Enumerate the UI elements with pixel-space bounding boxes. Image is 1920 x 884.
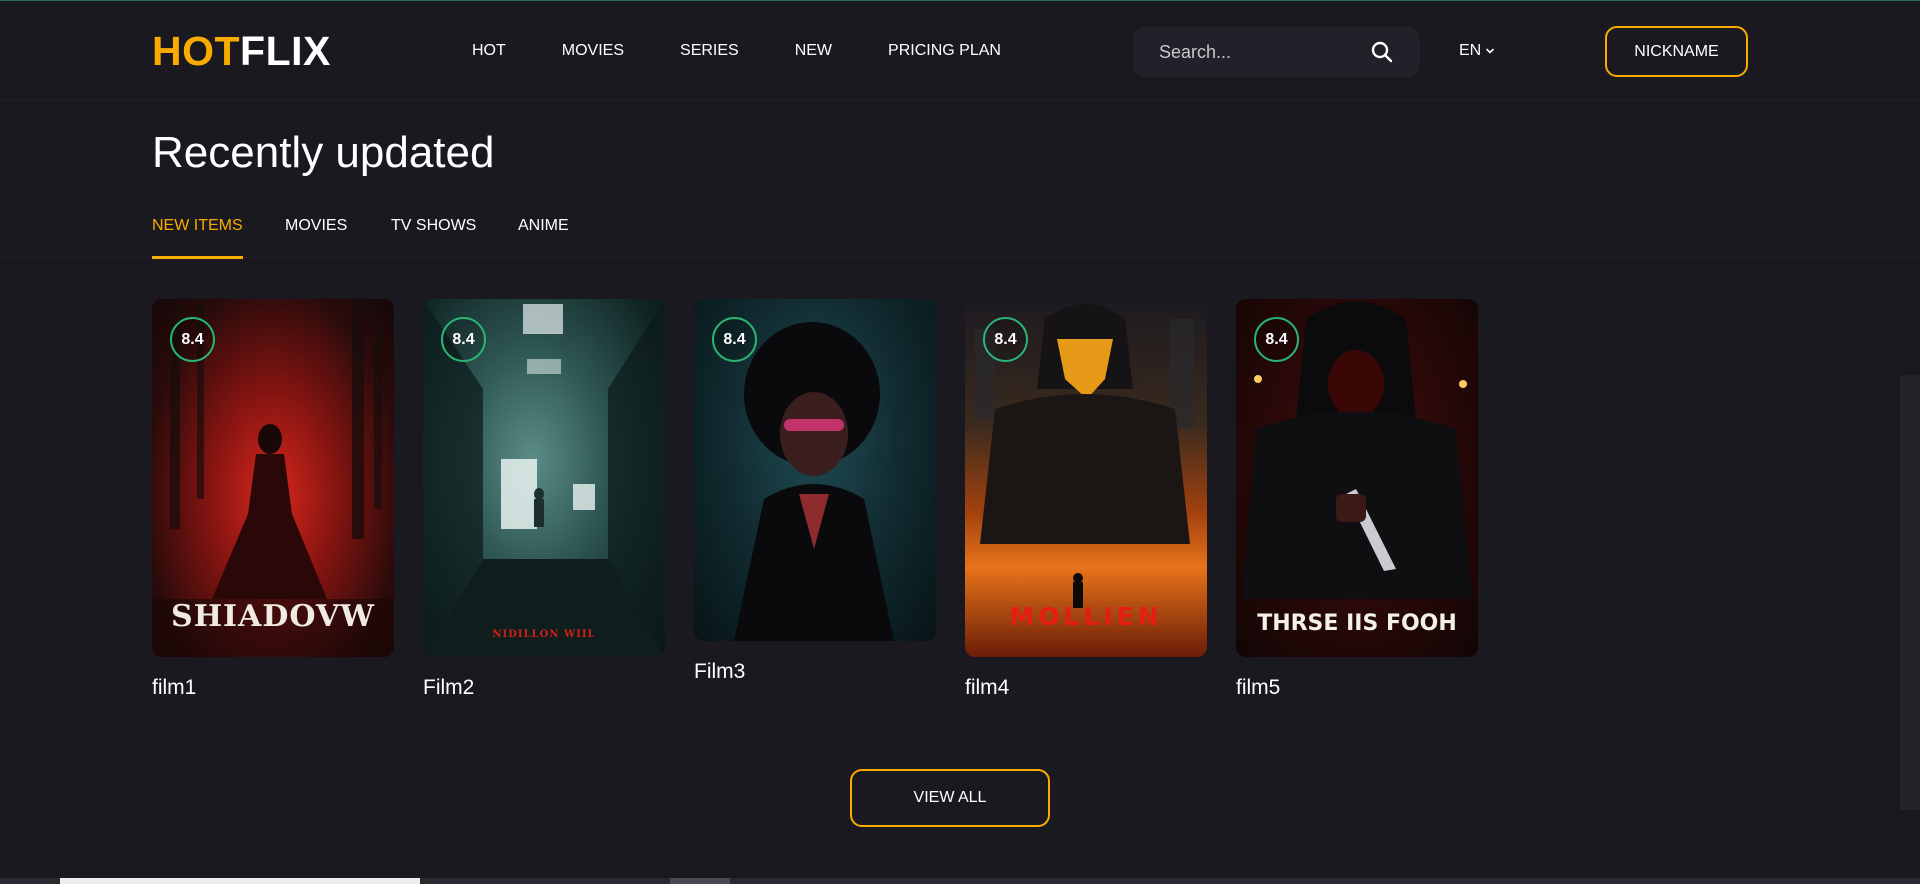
movie-card[interactable]: 8.4 Film3: [694, 299, 936, 685]
logo[interactable]: HOTFLIX: [152, 27, 331, 75]
movie-card[interactable]: SHIADOVW 8.4 film1: [152, 299, 394, 701]
movie-card[interactable]: MOLLIEN 8.4 film4: [965, 299, 1207, 701]
nav-series[interactable]: SERIES: [680, 41, 739, 61]
rating-badge: 8.4: [1254, 317, 1299, 362]
logo-hot: HOT: [152, 28, 241, 74]
movie-poster[interactable]: SHIADOVW 8.4: [152, 299, 394, 657]
poster-title-text: SHIADOVW: [171, 599, 375, 634]
user-nickname-button[interactable]: NICKNAME: [1605, 26, 1748, 77]
search-icon[interactable]: [1370, 40, 1394, 64]
tab-movies[interactable]: MOVIES: [285, 216, 347, 256]
rating-badge: 8.4: [712, 317, 757, 362]
card-title[interactable]: Film2: [423, 675, 665, 701]
card-title[interactable]: film5: [1236, 675, 1478, 701]
rating-badge: 8.4: [170, 317, 215, 362]
rating-badge: 8.4: [983, 317, 1028, 362]
poster-title-text: MOLLIEN: [1009, 602, 1163, 631]
main-nav: HOT MOVIES SERIES NEW PRICING PLAN: [472, 41, 1057, 61]
poster-title-text: NIDILLON WIIL: [492, 629, 596, 640]
language-selector[interactable]: EN: [1459, 42, 1495, 60]
nav-new[interactable]: NEW: [795, 41, 832, 61]
language-label: EN: [1459, 42, 1482, 59]
movie-card[interactable]: THRSE IIS FOOH 8.4 film5: [1236, 299, 1478, 701]
movie-poster[interactable]: THRSE IIS FOOH 8.4: [1236, 299, 1478, 657]
card-title[interactable]: Film3: [694, 659, 936, 685]
site-header: HOTFLIX HOT MOVIES SERIES NEW PRICING PL…: [0, 1, 1920, 101]
card-title[interactable]: film1: [152, 675, 394, 701]
nav-hot[interactable]: HOT: [472, 41, 506, 61]
horizontal-scrollbar-marker: [670, 878, 730, 884]
search-box: [1133, 27, 1420, 77]
content-tabs: NEW ITEMS MOVIES TV SHOWS ANIME: [0, 208, 1920, 259]
movie-poster[interactable]: 8.4: [694, 299, 936, 641]
tab-tv-shows[interactable]: TV SHOWS: [391, 216, 476, 256]
view-all-button[interactable]: VIEW ALL: [850, 769, 1050, 827]
nav-pricing-plan[interactable]: PRICING PLAN: [888, 41, 1001, 61]
movie-poster[interactable]: NIDILLON WIIL 8.4: [423, 299, 665, 657]
logo-flix: FLIX: [240, 28, 331, 74]
tab-anime[interactable]: ANIME: [518, 216, 569, 256]
vertical-scrollbar[interactable]: [1900, 375, 1920, 810]
horizontal-scrollbar-thumb[interactable]: [60, 878, 420, 884]
rating-badge: 8.4: [441, 317, 486, 362]
search-input[interactable]: [1159, 27, 1369, 77]
section-title: Recently updated: [152, 128, 495, 177]
movie-card[interactable]: NIDILLON WIIL 8.4 Film2: [423, 299, 665, 701]
poster-title-text: THRSE IIS FOOH: [1257, 611, 1457, 636]
chevron-down-icon: [1486, 48, 1495, 54]
nav-movies[interactable]: MOVIES: [562, 41, 624, 61]
card-title[interactable]: film4: [965, 675, 1207, 701]
movie-poster[interactable]: MOLLIEN 8.4: [965, 299, 1207, 657]
tab-new-items[interactable]: NEW ITEMS: [152, 216, 243, 259]
